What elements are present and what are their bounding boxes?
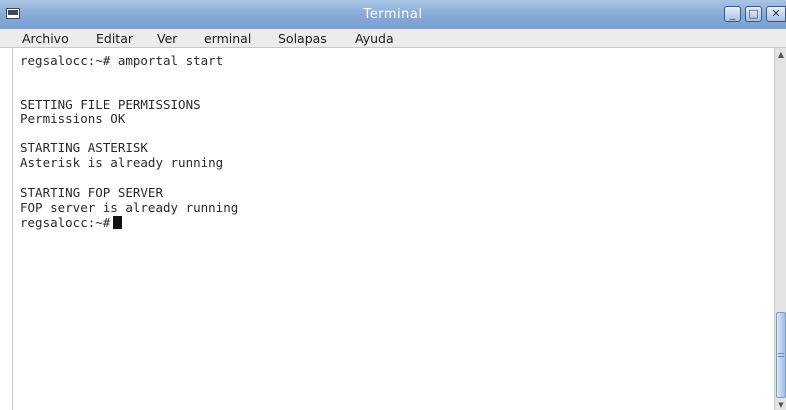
menu-solapas[interactable]: Solapas [278, 31, 327, 46]
menu-ver[interactable]: Ver [157, 31, 177, 46]
terminal-line: Asterisk is already running [20, 155, 224, 170]
prompt-line: regsalocc:~# [20, 215, 123, 230]
terminal-line: FOP server is already running [20, 200, 239, 215]
text-cursor [113, 216, 123, 229]
minimize-button[interactable]: _ [724, 6, 741, 22]
close-button[interactable]: ✕ [766, 6, 786, 22]
menu-editar[interactable]: Editar [96, 31, 133, 46]
vertical-scrollbar[interactable]: ▲ ▼ [774, 48, 786, 410]
terminal-output[interactable]: regsalocc:~# amportal start SETTING FILE… [12, 48, 774, 410]
grip-line [778, 356, 784, 357]
scroll-down-arrow-icon[interactable]: ▼ [775, 400, 786, 410]
scrollbar-thumb[interactable] [776, 312, 786, 398]
terminal-line: regsalocc:~# amportal start [20, 53, 224, 68]
menu-ayuda[interactable]: Ayuda [355, 31, 394, 46]
maximize-button[interactable]: □ [745, 6, 762, 22]
shell-prompt: regsalocc:~# [20, 215, 111, 230]
title-bar[interactable]: Terminal _ □ ✕ [0, 0, 786, 29]
terminal-line: STARTING FOP SERVER [20, 185, 163, 200]
menu-bar: Archivo Editar Ver erminal Solapas Ayuda [0, 29, 786, 48]
terminal-line: Permissions OK [20, 111, 126, 126]
scroll-up-arrow-icon[interactable]: ▲ [775, 48, 786, 62]
terminal-line: SETTING FILE PERMISSIONS [20, 97, 201, 112]
menu-terminal[interactable]: erminal [204, 31, 251, 46]
grip-line [778, 353, 784, 354]
window-title: Terminal [363, 7, 423, 22]
terminal-line: STARTING ASTERISK [20, 140, 148, 155]
menu-archivo[interactable]: Archivo [22, 31, 69, 46]
